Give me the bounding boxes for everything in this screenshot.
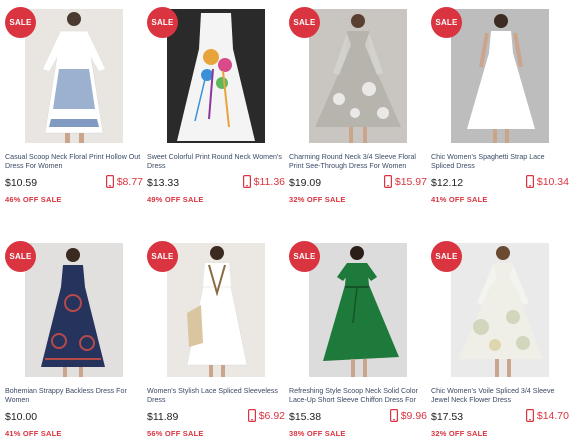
product-price: $10.59	[5, 177, 38, 189]
product-image[interactable]	[167, 243, 265, 377]
mobile-price: $8.77	[105, 175, 143, 188]
mobile-phone-icon	[525, 409, 534, 422]
dress-photo-icon	[451, 9, 549, 143]
sale-badge: SALE	[147, 7, 178, 38]
sale-badge: SALE	[431, 241, 462, 272]
product-price: $12.12	[431, 177, 464, 189]
dress-photo-icon	[25, 243, 123, 377]
mobile-price-value: $9.96	[400, 409, 427, 422]
dress-photo-icon	[451, 243, 549, 377]
discount-label: 56% OFF SALE	[147, 429, 204, 438]
discount-label: 32% OFF SALE	[431, 429, 488, 438]
product-image[interactable]	[25, 9, 123, 143]
product-grid: SALE Casual Scoop Neck Floral Print Holl…	[0, 0, 570, 447]
mobile-price-value: $6.92	[258, 409, 285, 422]
product-image[interactable]	[309, 9, 407, 143]
product-title[interactable]: Chic Women's Spaghetti Strap Lace Splice…	[431, 153, 569, 171]
product-image[interactable]	[167, 9, 265, 143]
product-title[interactable]: Chic Women's Voile Spliced 3/4 Sleeve Je…	[431, 387, 569, 405]
product-image[interactable]	[25, 243, 123, 377]
mobile-phone-icon	[247, 409, 256, 422]
product-title[interactable]: Women's Stylish Lace Spliced Sleeveless …	[147, 387, 285, 405]
mobile-phone-icon	[105, 175, 114, 188]
mobile-price: $15.97	[383, 175, 427, 188]
mobile-phone-icon	[383, 175, 392, 188]
mobile-phone-icon	[525, 175, 534, 188]
sale-badge: SALE	[5, 7, 36, 38]
product-price: $13.33	[147, 177, 180, 189]
mobile-phone-icon	[389, 409, 398, 422]
mobile-price-value: $15.97	[394, 175, 427, 188]
product-title[interactable]: Charming Round Neck 3/4 Sleeve Floral Pr…	[289, 153, 427, 171]
mobile-price: $6.92	[247, 409, 285, 422]
discount-label: 32% OFF SALE	[289, 195, 346, 204]
discount-label: 49% OFF SALE	[147, 195, 204, 204]
discount-label: 41% OFF SALE	[5, 429, 62, 438]
product-title[interactable]: Casual Scoop Neck Floral Print Hollow Ou…	[5, 153, 143, 171]
mobile-price: $11.36	[242, 175, 285, 188]
product-price: $19.09	[289, 177, 322, 189]
mobile-price: $14.70	[525, 409, 569, 422]
mobile-price: $9.96	[389, 409, 427, 422]
mobile-phone-icon	[242, 175, 251, 188]
discount-label: 38% OFF SALE	[289, 429, 346, 438]
dress-photo-icon	[309, 9, 407, 143]
mobile-price-value: $8.77	[116, 175, 143, 188]
dress-photo-icon	[25, 9, 123, 143]
mobile-price-value: $10.34	[536, 175, 569, 188]
product-price: $15.38	[289, 411, 322, 423]
discount-label: 41% OFF SALE	[431, 195, 488, 204]
product-price: $17.53	[431, 411, 464, 423]
sale-badge: SALE	[5, 241, 36, 272]
sale-badge: SALE	[147, 241, 178, 272]
sale-badge: SALE	[289, 241, 320, 272]
mobile-price-value: $14.70	[536, 409, 569, 422]
dress-photo-icon	[167, 243, 265, 377]
product-image[interactable]	[451, 243, 549, 377]
product-image[interactable]	[451, 9, 549, 143]
sale-badge: SALE	[289, 7, 320, 38]
product-image[interactable]	[309, 243, 407, 377]
dress-photo-icon	[309, 243, 407, 377]
product-price: $11.89	[147, 411, 179, 423]
discount-label: 46% OFF SALE	[5, 195, 62, 204]
dress-photo-icon	[167, 9, 265, 143]
product-price: $10.00	[5, 411, 38, 423]
mobile-price-value: $11.36	[253, 175, 285, 188]
sale-badge: SALE	[431, 7, 462, 38]
product-title[interactable]: Bohemian Strappy Backless Dress For Wome…	[5, 387, 143, 405]
product-title[interactable]: Sweet Colorful Print Round Neck Women's …	[147, 153, 285, 171]
mobile-price: $10.34	[525, 175, 569, 188]
product-title[interactable]: Refreshing Style Scoop Neck Solid Color …	[289, 387, 427, 405]
